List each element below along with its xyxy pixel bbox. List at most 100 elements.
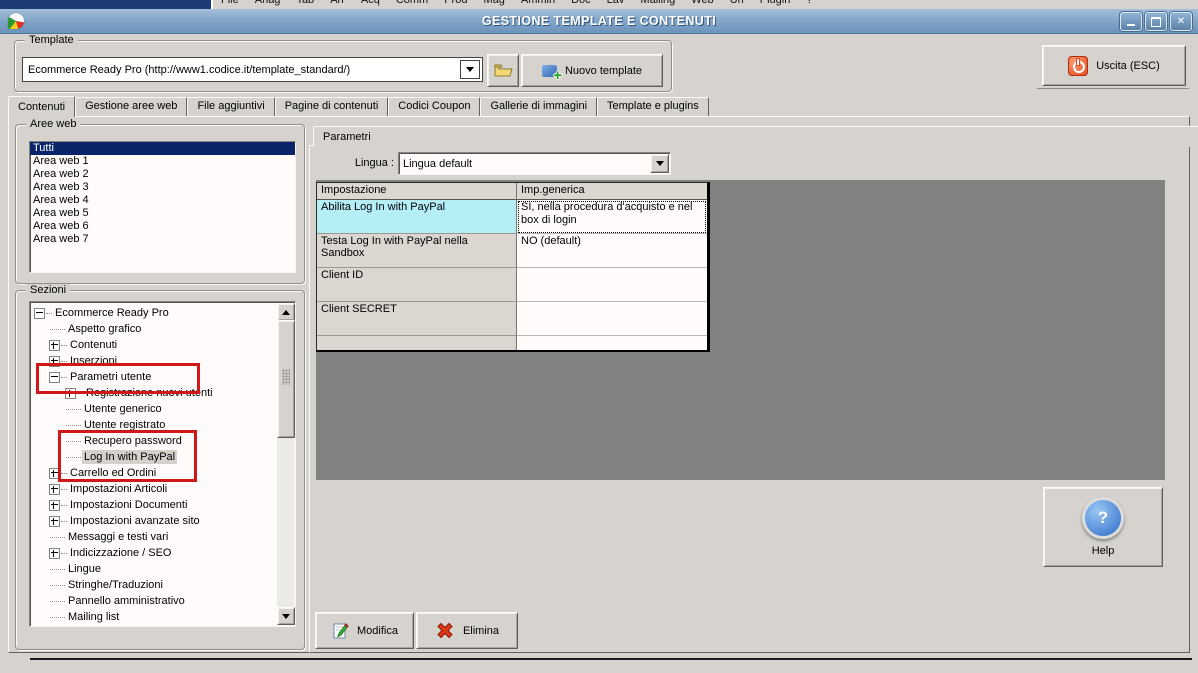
column-header-imp-generica: Imp.generica xyxy=(517,183,707,200)
menu-item-web[interactable]: Web xyxy=(691,0,713,6)
tree-item-aspetto-grafico[interactable]: Aspetto grafico xyxy=(30,321,277,337)
tree-item-mailing-list[interactable]: Mailing list xyxy=(30,609,277,625)
tree-item-registrazione-nuovi-utenti[interactable]: Registrazione nuovi utenti xyxy=(30,385,277,401)
tree-item-utente-registrato[interactable]: Utente registrato xyxy=(30,417,277,433)
tree-item-impostazioni-documenti[interactable]: Impostazioni Documenti xyxy=(30,497,277,513)
setting-name-cell[interactable]: Testa Log In with PayPal nella Sandbox xyxy=(317,234,517,268)
open-folder-button[interactable] xyxy=(487,54,519,87)
new-template-button[interactable]: Nuovo template xyxy=(521,54,663,87)
list-item-area-web-1[interactable]: Area web 1 xyxy=(30,155,295,168)
lingua-combobox[interactable]: Lingua default xyxy=(398,152,671,175)
tree-item-impostazioni-articoli[interactable]: Impostazioni Articoli xyxy=(30,481,277,497)
menu-item-mag[interactable]: Mag xyxy=(483,0,504,6)
list-item-area-web-4[interactable]: Area web 4 xyxy=(30,194,295,207)
maximize-button[interactable] xyxy=(1145,12,1167,31)
scrollbar-thumb[interactable] xyxy=(277,320,295,438)
tree-item-carrello-ed-ordini[interactable]: Carrello ed Ordini xyxy=(30,465,277,481)
template-combobox-arrow[interactable] xyxy=(460,60,480,79)
tree-expander-icon[interactable] xyxy=(49,371,60,383)
list-item-tutti[interactable]: Tutti xyxy=(30,142,295,155)
tree-item-impostazioni-avanzate-sito[interactable]: Impostazioni avanzate sito xyxy=(30,513,277,529)
tree-expander-icon[interactable] xyxy=(34,307,45,319)
elimina-button[interactable]: Elimina xyxy=(416,612,518,649)
tree-expander-icon[interactable] xyxy=(49,515,60,527)
tab-file-aggiuntivi[interactable]: File aggiuntivi xyxy=(187,97,275,116)
tree-expander-icon[interactable] xyxy=(49,499,60,511)
menu-item-lav[interactable]: Lav xyxy=(607,0,625,6)
setting-value-cell[interactable]: SI, nella procedura d'acquisto e nel box… xyxy=(517,200,707,234)
tree-item-stringhe-traduzioni[interactable]: Stringhe/Traduzioni xyxy=(30,577,277,593)
tree-expander-icon[interactable] xyxy=(49,467,60,479)
tab-gestione-aree-web[interactable]: Gestione aree web xyxy=(75,97,188,116)
menu-item-acq[interactable]: Acq xyxy=(361,0,380,6)
menu-item-url[interactable]: Url xyxy=(730,0,744,6)
list-item-area-web-6[interactable]: Area web 6 xyxy=(30,220,295,233)
tree-item-pannello-amministrativo[interactable]: Pannello amministrativo xyxy=(30,593,277,609)
menu-item-ammin[interactable]: Ammin xyxy=(521,0,555,6)
menu-bar: File Anag Tab Arr Acq Comm Prod Mag Ammin Doc Lav M… xyxy=(211,0,1198,9)
tree-expander-icon[interactable] xyxy=(49,355,60,367)
menu-item-file[interactable]: File xyxy=(221,0,239,6)
template-combobox[interactable]: Ecommerce Ready Pro (http://www1.codice.… xyxy=(22,57,483,82)
lingua-label: Lingua : xyxy=(354,157,394,169)
help-button[interactable]: ? Help xyxy=(1043,487,1163,567)
setting-value-cell[interactable] xyxy=(517,268,707,302)
tree-expander-icon[interactable] xyxy=(49,339,60,351)
tree-item-recupero-password[interactable]: Recupero password xyxy=(30,433,277,449)
setting-row-empty xyxy=(317,336,707,350)
tree-item-log-in-with-paypal[interactable]: Log In with PayPal xyxy=(30,449,277,465)
tree-item-indicizzazione-seo[interactable]: Indicizzazione / SEO xyxy=(30,545,277,561)
menu-item-help[interactable]: ? xyxy=(806,0,812,6)
menu-item-doc[interactable]: Doc xyxy=(571,0,591,6)
tree-item-utente-generico[interactable]: Utente generico xyxy=(30,401,277,417)
tab-parametri[interactable]: Parametri xyxy=(313,126,1198,147)
sezioni-tree[interactable]: Ecommerce Ready Pro Aspetto grafico Conten… xyxy=(29,301,296,627)
tree-item-parametri-utente[interactable]: Parametri utente xyxy=(30,369,277,385)
modifica-button[interactable]: Modifica xyxy=(315,612,414,649)
minimize-button[interactable] xyxy=(1120,12,1142,31)
setting-name-cell[interactable]: Client ID xyxy=(317,268,517,302)
tree-expander-icon[interactable] xyxy=(49,483,60,495)
setting-value-cell[interactable] xyxy=(517,302,707,336)
setting-row[interactable]: Client ID xyxy=(317,268,707,302)
menu-item-tab[interactable]: Tab xyxy=(296,0,314,6)
list-item-area-web-5[interactable]: Area web 5 xyxy=(30,207,295,220)
setting-row[interactable]: Client SECRET xyxy=(317,302,707,336)
scroll-up-button[interactable] xyxy=(277,303,295,321)
setting-row[interactable]: Testa Log In with PayPal nella Sandbox NO… xyxy=(317,234,707,268)
modifica-button-label: Modifica xyxy=(357,624,398,637)
tree-expander-icon[interactable] xyxy=(49,547,60,559)
menu-item-arr[interactable]: Arr xyxy=(330,0,345,6)
tab-gallerie-di-immagini[interactable]: Gallerie di immagini xyxy=(480,97,598,116)
scroll-down-button[interactable] xyxy=(277,607,295,625)
menu-item-prod[interactable]: Prod xyxy=(444,0,467,6)
list-item-area-web-2[interactable]: Area web 2 xyxy=(30,168,295,181)
tree-item-contenuti[interactable]: Contenuti xyxy=(30,337,277,353)
tree-item-label: Contenuti xyxy=(70,339,118,351)
setting-name-cell[interactable]: Client SECRET xyxy=(317,302,517,336)
menu-item-comm[interactable]: Comm xyxy=(396,0,428,6)
tab-codici-coupon[interactable]: Codici Coupon xyxy=(388,97,481,116)
exit-button[interactable]: Uscita (ESC) xyxy=(1042,45,1186,86)
aree-web-listbox[interactable]: Tutti Area web 1 Area web 2 Area web 3 Area … xyxy=(29,141,296,273)
tree-scrollbar[interactable] xyxy=(277,303,295,625)
menu-item-anag[interactable]: Anag xyxy=(255,0,281,6)
menu-item-mailing[interactable]: Mailing xyxy=(640,0,675,6)
list-item-area-web-7[interactable]: Area web 7 xyxy=(30,233,295,246)
lingua-combobox-arrow[interactable] xyxy=(650,154,669,173)
tab-pagine-di-contenuti[interactable]: Pagine di contenuti xyxy=(274,97,389,116)
list-item-area-web-3[interactable]: Area web 3 xyxy=(30,181,295,194)
setting-row[interactable]: Abilita Log In with PayPal SI, nella proc… xyxy=(317,200,707,234)
setting-name-cell[interactable]: Abilita Log In with PayPal xyxy=(317,200,517,234)
tree-item-messaggi-e-testi-vari[interactable]: Messaggi e testi vari xyxy=(30,529,277,545)
tab-template-e-plugins[interactable]: Template e plugins xyxy=(597,97,709,116)
tree-item-ecommerce-ready-pro[interactable]: Ecommerce Ready Pro xyxy=(30,305,277,321)
close-button[interactable]: ✕ xyxy=(1170,12,1192,31)
setting-value-cell[interactable]: NO (default) xyxy=(517,234,707,268)
menu-item-plugin[interactable]: Plugin xyxy=(760,0,791,6)
tree-item-lingue[interactable]: Lingue xyxy=(30,561,277,577)
tab-contenuti[interactable]: Contenuti xyxy=(8,96,76,117)
tree-expander-icon[interactable] xyxy=(65,387,76,399)
tree-item-inserzioni[interactable]: Inserzioni xyxy=(30,353,277,369)
tree-connector xyxy=(61,520,67,522)
